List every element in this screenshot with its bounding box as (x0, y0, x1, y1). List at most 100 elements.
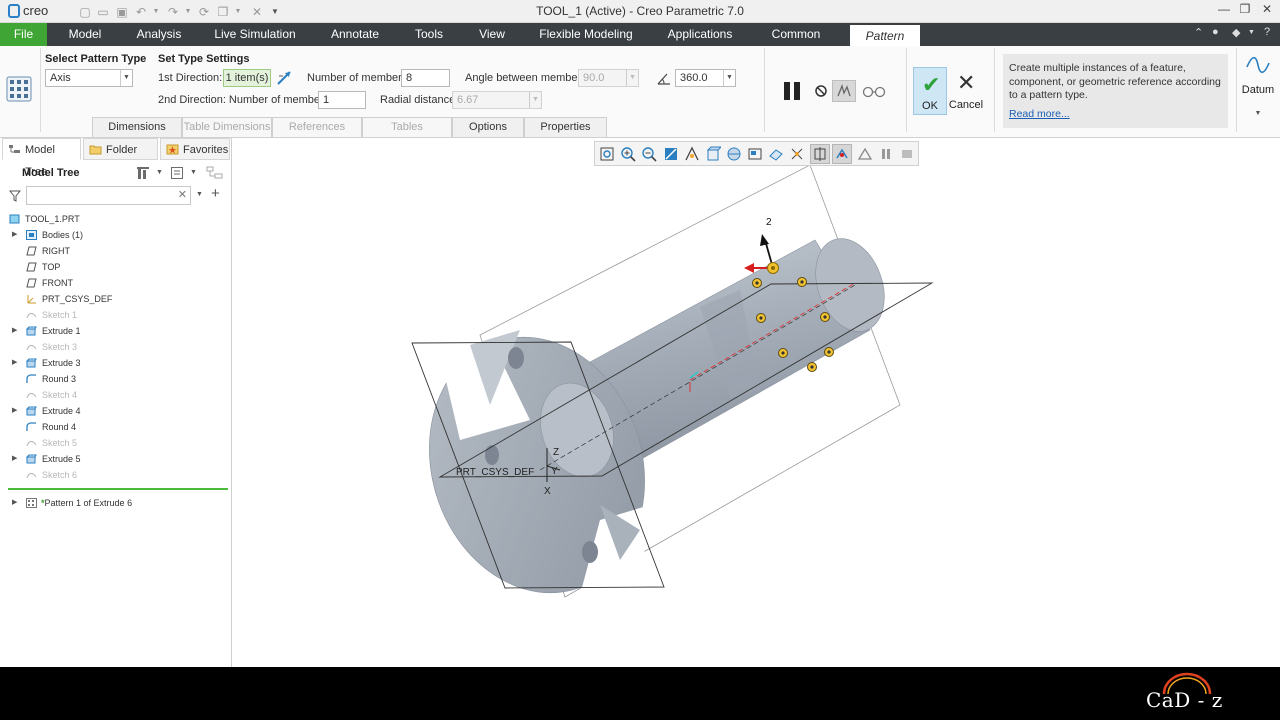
tab-tables[interactable]: Tables (362, 117, 452, 137)
bolt-hole[interactable] (508, 347, 524, 369)
spin-center-toggle[interactable] (810, 144, 830, 164)
view-manager-icon[interactable] (747, 146, 763, 162)
model-viewport[interactable]: PRT_CSYS_DEF Z Y X 2 (233, 138, 1280, 667)
pause-icon[interactable] (781, 80, 803, 102)
settings-dropdown-icon[interactable]: ▼ (1248, 29, 1255, 46)
tree-item-sketch-3[interactable]: Sketch 3 (0, 339, 230, 355)
second-direction-members-input[interactable]: 1 (318, 91, 366, 109)
zoom-in-icon[interactable] (620, 146, 636, 162)
number-of-members-input[interactable]: 8 (401, 69, 450, 87)
bolt-hole[interactable] (582, 541, 598, 563)
direction-arrow-head[interactable] (760, 234, 769, 246)
annotation-display-icon[interactable] (789, 146, 805, 162)
repaint-icon[interactable] (663, 146, 679, 162)
tree-item-bodies-1[interactable]: ▶ Bodies (1) (0, 227, 230, 243)
add-icon[interactable]: + (211, 185, 220, 202)
tree-item-prt-csys-def[interactable]: PRT_CSYS_DEF (0, 291, 230, 307)
tree-item-round-3[interactable]: Round 3 (0, 371, 230, 387)
tab-flexible-modeling[interactable]: Flexible Modeling (532, 23, 640, 46)
tree-item-sketch-1[interactable]: Sketch 1 (0, 307, 230, 323)
no-preview-icon[interactable] (814, 84, 828, 98)
tab-table-dimensions[interactable]: Table Dimensions (182, 117, 272, 137)
tab-applications[interactable]: Applications (658, 23, 742, 46)
pattern-type-select[interactable]: Axis ▼ (45, 69, 133, 87)
filter-icon[interactable] (9, 190, 21, 202)
tree-search-field[interactable]: ✕ (26, 186, 191, 205)
csys-display-toggle[interactable] (832, 144, 852, 164)
chevron-down-icon[interactable]: ▼ (190, 169, 197, 176)
minimize-icon[interactable]: — (1214, 2, 1234, 20)
file-menu[interactable]: File (0, 23, 47, 46)
tree-item-extrude-3[interactable]: ▶ Extrude 3 (0, 355, 230, 371)
tab-analysis[interactable]: Analysis (128, 23, 190, 46)
close-icon[interactable]: ✕ (1257, 2, 1277, 20)
ok-button[interactable]: ✔ OK (913, 67, 947, 115)
restore-icon[interactable]: ❐ (1235, 2, 1255, 20)
insert-indicator[interactable] (8, 488, 228, 490)
tab-references[interactable]: References (272, 117, 362, 137)
expand-icon[interactable]: ▶ (12, 451, 20, 467)
tree-item-right[interactable]: RIGHT (0, 243, 230, 259)
chevron-down-icon[interactable]: ▼ (196, 191, 203, 198)
tree-item-sketch-4[interactable]: Sketch 4 (0, 387, 230, 403)
saved-orientations-icon[interactable] (726, 146, 742, 162)
tree-item-extrude-1[interactable]: ▶ Extrude 1 (0, 323, 230, 339)
expand-icon[interactable]: ▶ (12, 355, 20, 371)
plane-display-icon[interactable] (857, 146, 873, 162)
feature-preview-toggle[interactable] (832, 80, 856, 102)
radial-distance-input[interactable]: 6.67 ▼ (452, 91, 542, 109)
angular-extent-icon[interactable] (656, 71, 672, 86)
show-icon[interactable] (170, 166, 184, 180)
expand-icon[interactable]: ▶ (12, 323, 20, 339)
tab-model-tree[interactable]: Model Tree (2, 138, 81, 178)
tree-item-tool-1-prt[interactable]: TOOL_1.PRT (0, 211, 230, 227)
tree-item-extrude-4[interactable]: ▶ Extrude 4 (0, 403, 230, 419)
bolt-hole[interactable] (485, 445, 499, 465)
flip-direction-icon[interactable] (276, 70, 292, 86)
tree-item-pattern[interactable]: ▶ *Pattern 1 of Extrude 6 (0, 495, 230, 511)
tab-dimensions[interactable]: Dimensions (92, 117, 182, 137)
tab-model[interactable]: Model (60, 23, 110, 46)
tab-annotate[interactable]: Annotate (320, 23, 390, 46)
tab-live-simulation[interactable]: Live Simulation (208, 23, 302, 46)
user-icon[interactable]: ● (1212, 26, 1219, 43)
tab-properties[interactable]: Properties (524, 117, 607, 137)
glasses-icon[interactable] (862, 84, 886, 98)
chevron-down-icon[interactable]: ▼ (723, 70, 735, 86)
tree-item-extrude-5[interactable]: ▶ Extrude 5 (0, 451, 230, 467)
read-more-link[interactable]: Read more... (1009, 108, 1222, 122)
tab-pattern[interactable]: Pattern (850, 23, 920, 46)
tab-favorites[interactable]: Favorites (160, 138, 230, 160)
chevron-down-icon[interactable]: ▼ (120, 70, 132, 86)
stop-icon[interactable] (899, 146, 915, 162)
tree-settings-icon[interactable] (136, 166, 150, 180)
angle-between-members-input[interactable]: 90.0 ▼ (578, 69, 639, 87)
expand-icon[interactable]: ▶ (12, 227, 20, 243)
chevron-down-icon[interactable]: ▼ (626, 70, 638, 86)
expand-icon[interactable]: ▶ (12, 495, 20, 511)
tree-filter-icon[interactable] (206, 166, 224, 180)
tree-item-round-4[interactable]: Round 4 (0, 419, 230, 435)
refit-icon[interactable] (599, 146, 615, 162)
tab-folder-browser[interactable]: Folder Bro (83, 138, 158, 160)
settings-icon[interactable]: ◆ (1232, 26, 1240, 43)
chevron-down-icon[interactable]: ▼ (1238, 110, 1278, 117)
flip-arrow-head[interactable] (744, 263, 754, 273)
tab-tools[interactable]: Tools (408, 23, 450, 46)
first-direction-collector[interactable]: 1 item(s) (223, 69, 271, 87)
help-icon[interactable]: ? (1264, 26, 1270, 43)
datum-display-icon[interactable] (768, 146, 784, 162)
tree-item-front[interactable]: FRONT (0, 275, 230, 291)
pause-animation-icon[interactable] (878, 146, 894, 162)
angular-extent-input[interactable]: 360.0 ▼ (675, 69, 736, 87)
display-style-icon[interactable] (705, 146, 721, 162)
tab-common[interactable]: Common (762, 23, 830, 46)
tree-item-sketch-6[interactable]: Sketch 6 (0, 467, 230, 483)
tab-options[interactable]: Options (452, 117, 524, 137)
graphics-window[interactable]: PRT_CSYS_DEF Z Y X 2 (233, 138, 1280, 667)
expand-icon[interactable]: ▶ (12, 403, 20, 419)
clear-icon[interactable]: ✕ (178, 188, 187, 201)
chevron-down-icon[interactable]: ▼ (529, 92, 541, 108)
tree-item-sketch-5[interactable]: Sketch 5 (0, 435, 230, 451)
chevron-down-icon[interactable]: ▼ (156, 169, 163, 176)
